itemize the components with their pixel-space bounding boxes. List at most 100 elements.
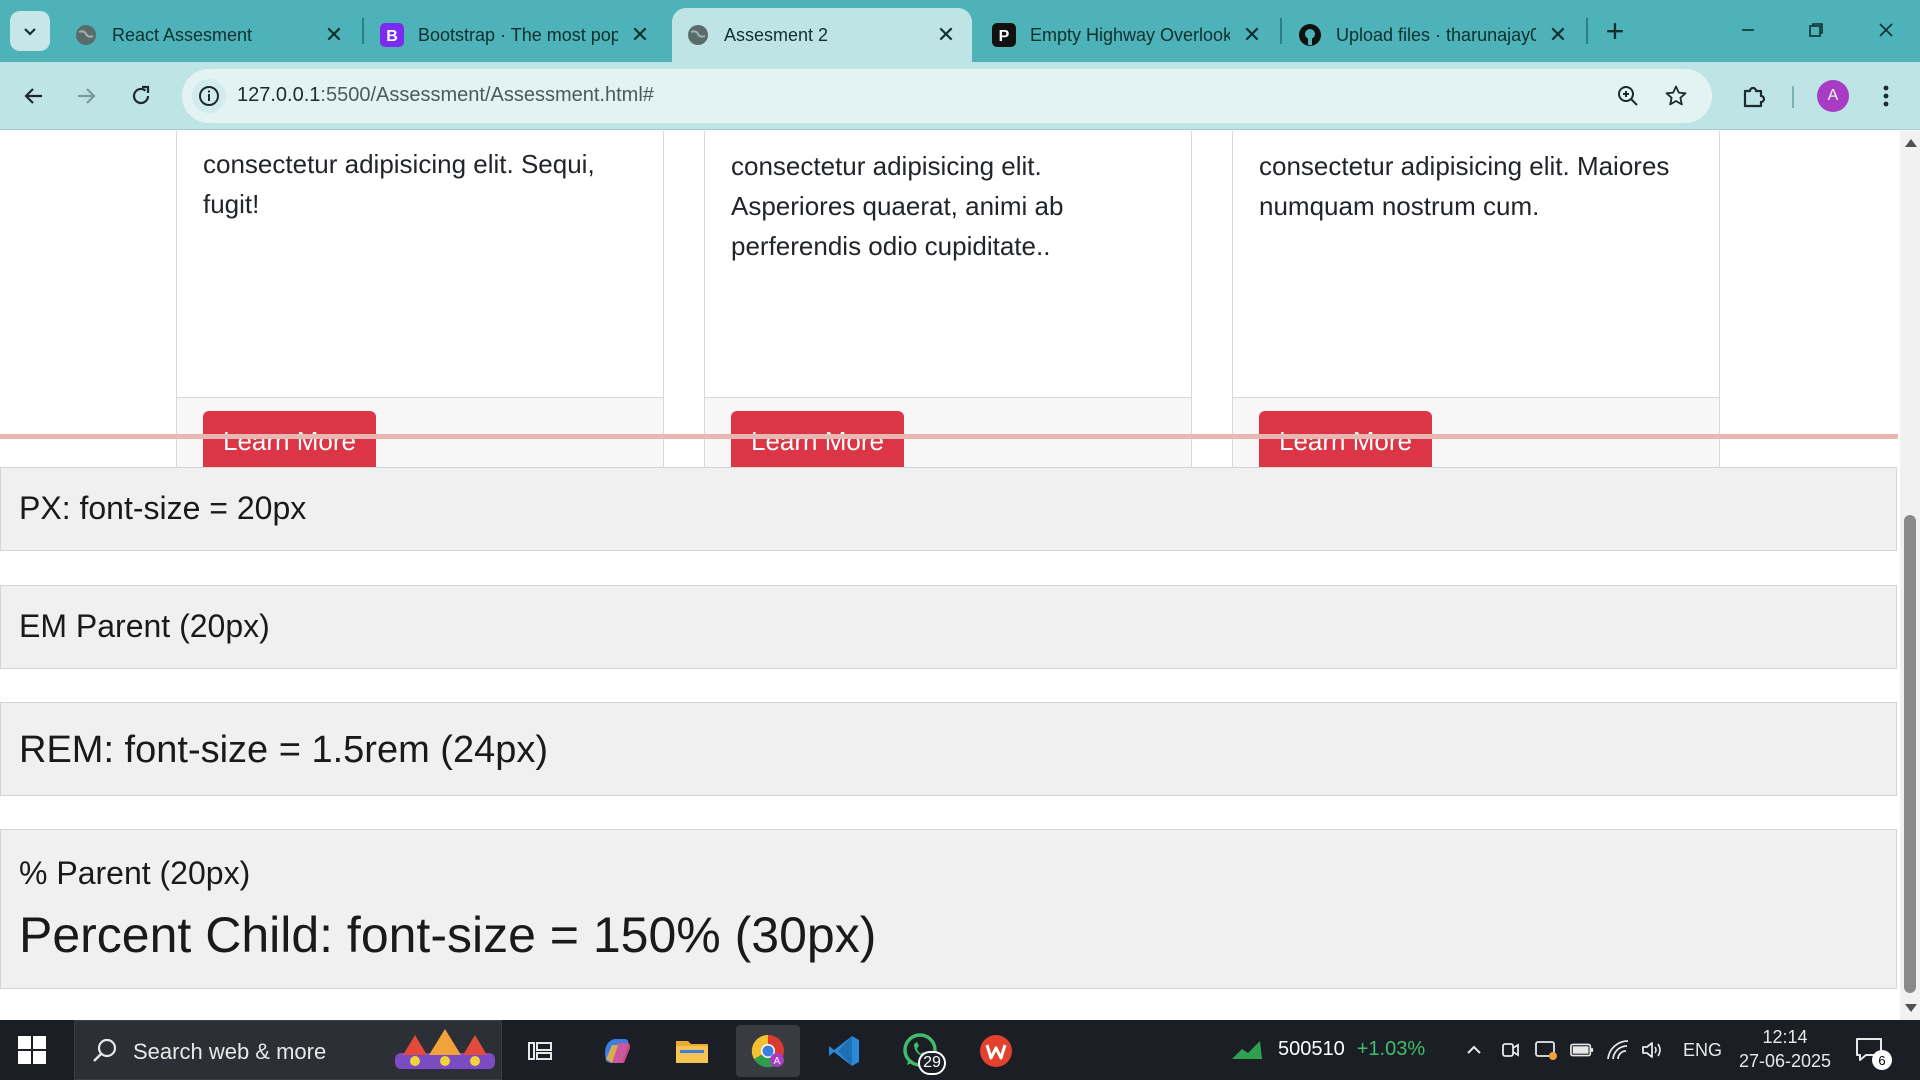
puzzle-icon [1743, 86, 1766, 108]
wps-icon [980, 1035, 1012, 1067]
close-icon[interactable]: ✕ [1240, 22, 1264, 47]
tab-search-button[interactable] [10, 11, 50, 51]
forward-button[interactable] [66, 76, 106, 116]
taskbar: Search web & more A 29 500510 +1.03% ENG… [0, 1020, 1920, 1080]
stock-change: +1.03% [1356, 1038, 1426, 1060]
tab-separator [1586, 18, 1588, 44]
tab-title: React Assesment [112, 24, 253, 45]
chevron-up-icon [1467, 1045, 1481, 1054]
folder-icon [676, 1041, 708, 1063]
page-scrollbar[interactable] [1900, 131, 1920, 1020]
chevron-down-icon [24, 28, 36, 36]
percent-demo-box: % Parent (20px) Percent Child: font-size… [0, 829, 1897, 989]
zoom-button[interactable] [1612, 80, 1644, 112]
rem-demo-text: REM: font-size = 1.5rem (24px) [19, 729, 549, 771]
scroll-down-arrow-icon[interactable] [1905, 1004, 1917, 1012]
browser-menu-button[interactable] [1866, 76, 1906, 116]
stock-widget[interactable]: 500510 +1.03% [1230, 1038, 1425, 1061]
back-button[interactable] [14, 76, 54, 116]
card-1: consectetur adipisicing elit. Sequi, fug… [176, 131, 664, 486]
learn-more-button[interactable]: Learn More [731, 411, 904, 472]
vscode-button[interactable] [812, 1025, 876, 1077]
close-icon[interactable]: ✕ [628, 22, 652, 47]
minimize-icon [1742, 29, 1754, 31]
chrome-button[interactable]: A [736, 1025, 800, 1077]
arrow-left-icon [24, 88, 42, 104]
percent-child-text: Percent Child: font-size = 150% (30px) [19, 907, 877, 963]
search-highlight-icon [395, 1029, 495, 1069]
task-view-icon [528, 1042, 552, 1060]
new-tab-button[interactable]: + [1598, 13, 1632, 49]
globe-icon [686, 23, 710, 47]
learn-more-button[interactable]: Learn More [203, 411, 376, 472]
meet-now-icon[interactable] [1498, 1038, 1522, 1062]
scroll-up-arrow-icon[interactable] [1905, 139, 1917, 147]
scroll-thumb[interactable] [1904, 515, 1916, 993]
close-icon[interactable]: ✕ [934, 22, 958, 47]
system-clock[interactable]: 12:14 27-06-2025 [1735, 1025, 1835, 1073]
restore-button[interactable] [1791, 8, 1841, 52]
minimize-button[interactable] [1723, 8, 1773, 52]
em-demo-box: EM Parent (20px) [0, 585, 1897, 669]
tab-empty-highway[interactable]: P Empty Highway Overlook ✕ [978, 8, 1278, 62]
percent-parent-text: % Parent (20px) [19, 855, 251, 891]
px-demo-box: PX: font-size = 20px [0, 467, 1897, 551]
tab-react-assesment[interactable]: React Assesment ✕ [60, 8, 360, 62]
whatsapp-badge: 29 [918, 1051, 946, 1075]
wps-button[interactable] [964, 1025, 1028, 1077]
battery-icon[interactable] [1570, 1038, 1594, 1062]
svg-text:P: P [999, 28, 1010, 45]
rem-demo-box: REM: font-size = 1.5rem (24px) [0, 702, 1897, 796]
stock-up-icon [1232, 1040, 1262, 1059]
bookmark-button[interactable] [1660, 80, 1692, 112]
tab-assesment-2[interactable]: Assesment 2 ✕ [672, 8, 972, 62]
site-info-button[interactable] [192, 79, 226, 113]
reload-button[interactable] [121, 76, 161, 116]
close-icon[interactable]: ✕ [1546, 22, 1570, 47]
chrome-icon: A [751, 1034, 784, 1068]
search-icon [93, 1038, 117, 1062]
tab-title: Assesment 2 [724, 24, 829, 45]
globe-icon [74, 23, 98, 47]
toolbar-separator [1792, 86, 1794, 108]
browser-toolbar: 127.0.0.1:5500/Assessment/Assessment.htm… [0, 62, 1920, 130]
close-window-button[interactable] [1861, 8, 1911, 52]
file-explorer-button[interactable] [660, 1025, 724, 1077]
px-demo-text: PX: font-size = 20px [19, 490, 307, 526]
star-icon [1665, 85, 1687, 106]
show-hidden-icons-button[interactable] [1462, 1038, 1486, 1062]
em-parent-text: EM Parent (20px) [19, 608, 270, 644]
learn-more-button[interactable]: Learn More [1259, 411, 1432, 472]
restore-icon [1809, 23, 1823, 37]
address-bar[interactable]: 127.0.0.1:5500/Assessment/Assessment.htm… [182, 69, 1712, 123]
reload-icon [132, 85, 150, 105]
profile-avatar[interactable]: A [1817, 80, 1849, 112]
close-icon[interactable]: ✕ [322, 22, 346, 47]
clock-time: 12:14 [1762, 1027, 1808, 1047]
zoom-in-icon [1618, 86, 1638, 106]
taskbar-search[interactable]: Search web & more [74, 1020, 502, 1080]
url-text[interactable]: 127.0.0.1:5500/Assessment/Assessment.htm… [237, 84, 654, 107]
stock-value: 500510 [1278, 1038, 1345, 1060]
search-placeholder: Search web & more [133, 1039, 327, 1064]
start-button[interactable] [16, 1034, 48, 1066]
copilot-icon [605, 1039, 630, 1063]
clock-date: 27-06-2025 [1738, 1051, 1832, 1071]
tab-bootstrap[interactable]: B Bootstrap · The most popular HTML, CSS… [366, 8, 666, 62]
bootstrap-icon: B [380, 23, 404, 47]
copilot-button[interactable] [584, 1025, 648, 1077]
card-text: consectetur adipisicing elit. Maiores nu… [1259, 151, 1670, 221]
pexels-icon: P [992, 23, 1016, 47]
tab-title: Bootstrap · The most popular HTML, CSS, … [418, 24, 618, 45]
volume-icon[interactable] [1640, 1038, 1664, 1062]
tab-title: Upload files · tharunajay0 [1336, 24, 1536, 45]
whatsapp-button[interactable]: 29 [888, 1025, 952, 1077]
notification-center-button[interactable]: 6 [1854, 1036, 1892, 1070]
extensions-button[interactable] [1734, 76, 1774, 116]
input-language[interactable]: ENG [1683, 1040, 1722, 1061]
wifi-icon[interactable] [1606, 1038, 1630, 1062]
card-text: consectetur adipisicing elit. Sequi, fug… [203, 149, 595, 219]
screen-record-icon[interactable] [1534, 1038, 1558, 1062]
task-view-button[interactable] [508, 1025, 572, 1077]
tab-upload-files[interactable]: Upload files · tharunajay0 ✕ [1284, 8, 1584, 62]
